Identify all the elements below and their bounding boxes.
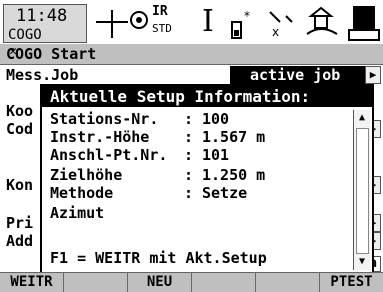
row-label: Stations-Nr. bbox=[50, 110, 159, 128]
function-key-bar: WEITR NEU PTEST bbox=[0, 272, 383, 292]
row-value: 1.250 m bbox=[202, 166, 266, 184]
row-label: Methode bbox=[50, 184, 114, 202]
status-bar: 11:48 COGO IR STD I * x bbox=[0, 0, 383, 44]
info-row-target-height: Zielhöhe:1.250 m bbox=[50, 166, 265, 184]
info-row-instrument-height: Instr.-Höhe:1.567 m bbox=[50, 128, 265, 146]
row-label: Anschl-Pt.Nr. bbox=[50, 146, 168, 164]
row-value: 100 bbox=[202, 110, 230, 128]
title-bar: COGO Start ✕ bbox=[0, 44, 383, 65]
f5-button[interactable] bbox=[256, 273, 320, 292]
row-value: Setze bbox=[202, 184, 248, 202]
row-colon: : bbox=[184, 166, 194, 184]
bg-label-add: Add bbox=[6, 232, 34, 250]
f6-ptest-button[interactable]: PTEST bbox=[320, 273, 383, 292]
signal-icon: x bbox=[269, 11, 293, 39]
bg-label-pri: Pri bbox=[6, 214, 34, 232]
scrollbar[interactable]: ▲ ▼ bbox=[353, 110, 370, 270]
device-icon bbox=[348, 6, 380, 41]
app-name: COGO bbox=[8, 27, 42, 43]
row-value: 101 bbox=[202, 146, 230, 164]
row-colon: : bbox=[184, 184, 194, 202]
bg-label-cod: Cod bbox=[6, 120, 34, 138]
info-row-backsight-point: Anschl-Pt.Nr.:101 bbox=[50, 146, 229, 164]
scroll-thumb[interactable] bbox=[356, 128, 369, 254]
scroll-down-icon[interactable]: ▼ bbox=[354, 254, 370, 270]
dialog-footer-message: F1 = WEITR mit Akt.Setup bbox=[50, 249, 267, 267]
f2-button[interactable] bbox=[64, 273, 128, 292]
f4-button[interactable] bbox=[192, 273, 256, 292]
cursor-i: I bbox=[202, 4, 214, 39]
prism-icon bbox=[130, 11, 148, 29]
row-colon: : bbox=[184, 146, 194, 164]
svg-text:x: x bbox=[272, 25, 279, 39]
scroll-up-icon[interactable]: ▲ bbox=[354, 110, 370, 126]
ir-label: IR bbox=[152, 4, 168, 19]
row-label: Zielhöhe bbox=[50, 166, 123, 184]
clock: 11:48 bbox=[16, 6, 68, 26]
time-box: 11:48 COGO bbox=[3, 4, 87, 43]
f1-weitr-button[interactable]: WEITR bbox=[0, 273, 64, 292]
info-row-azimuth: Azimut bbox=[50, 204, 202, 222]
row-colon: : bbox=[184, 128, 194, 146]
row-colon: : bbox=[184, 110, 194, 128]
dialog-title: Aktuelle Setup Information: bbox=[42, 86, 372, 107]
setup-info-dialog: Aktuelle Setup Information: Stations-Nr.… bbox=[40, 84, 374, 276]
bg-label-mess-job: Mess.Job bbox=[6, 66, 79, 84]
svg-text:*: * bbox=[244, 9, 250, 23]
close-icon[interactable]: ✕ bbox=[6, 45, 20, 59]
f3-neu-button[interactable]: NEU bbox=[128, 273, 192, 292]
crosshair-icon bbox=[96, 10, 128, 38]
chevron-right-icon[interactable]: ▶ bbox=[365, 66, 381, 84]
row-label: Instr.-Höhe bbox=[50, 128, 150, 146]
bg-label-koo: Koo bbox=[6, 102, 34, 120]
std-label: STD bbox=[152, 22, 172, 35]
info-row-station: Stations-Nr.:100 bbox=[50, 110, 229, 128]
row-value: 1.567 m bbox=[202, 128, 266, 146]
memory-card-icon bbox=[306, 6, 338, 35]
battery-bluetooth-icon: * bbox=[231, 9, 250, 39]
info-row-method: Methode: Setze bbox=[50, 184, 247, 202]
row-label: Azimut bbox=[50, 204, 105, 222]
bg-active-job[interactable]: active job bbox=[230, 66, 378, 84]
bg-label-kon: Kon bbox=[6, 176, 34, 194]
